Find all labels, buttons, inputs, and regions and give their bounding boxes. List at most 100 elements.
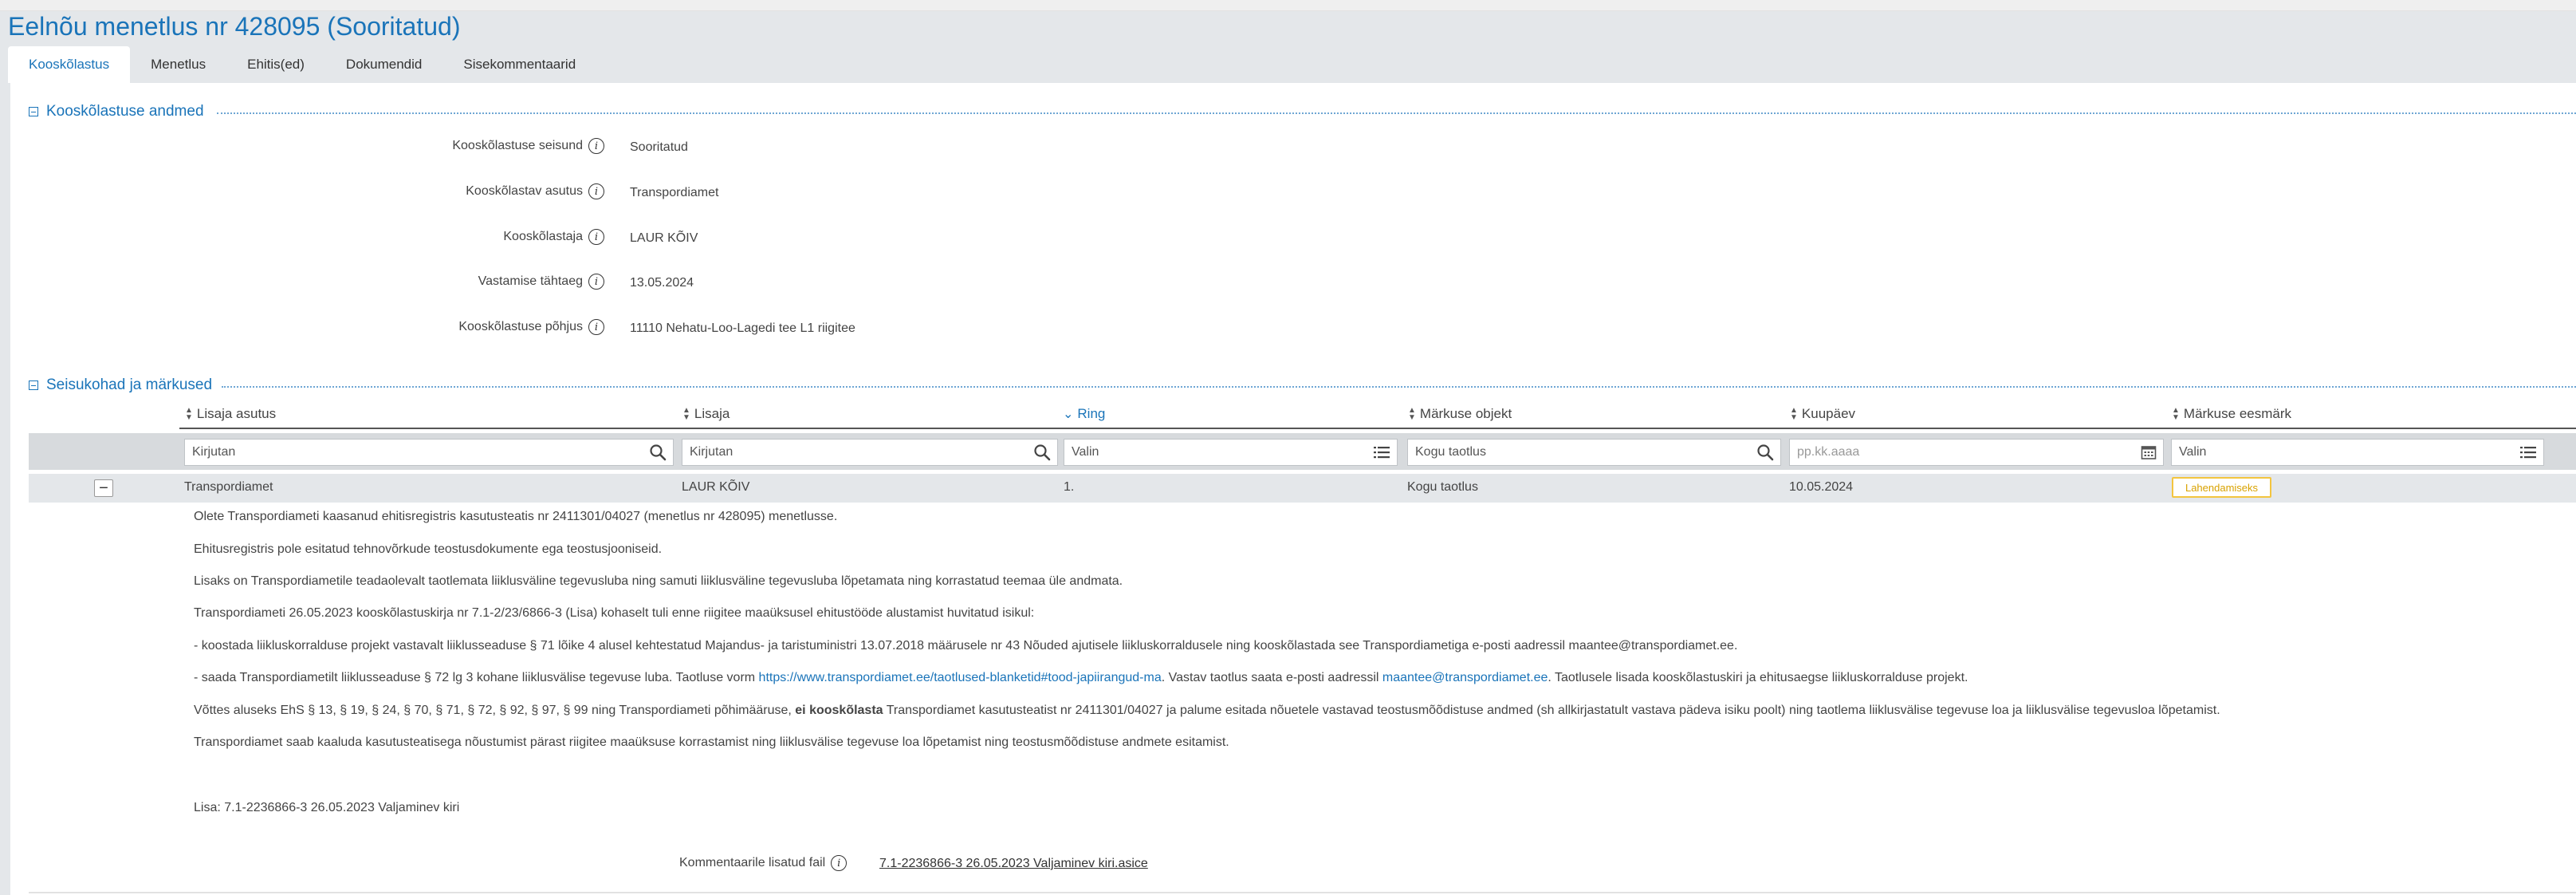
comment-text: Võttes aluseks EhS § 13, § 19, § 24, § 7… <box>194 704 796 717</box>
column-header-lisaja-asutus[interactable]: ▲ ▼ Lisaja asutus <box>185 406 276 422</box>
field-label-text: Vastamise tähtaeg <box>478 274 583 288</box>
section-seisukohad[interactable]: Seisukohad ja märkused <box>29 377 212 394</box>
section-kooskolastuse-andmed[interactable]: Kooskõlastuse andmed <box>29 103 204 120</box>
field-label-text: Kooskõlastav asutus <box>466 184 583 198</box>
field-value-kooskolastaja: LAUR KÕIV <box>630 231 698 245</box>
info-icon[interactable]: i <box>588 183 604 199</box>
sort-icon: ▲ ▼ <box>2172 406 2180 422</box>
comment-text: . Taotlusele lisada kooskõlastuskiri ja … <box>1548 671 1968 684</box>
tab-sisekommentaarid[interactable]: Sisekommentaarid <box>442 46 596 83</box>
filter-text: Kirjutan <box>192 445 236 459</box>
column-header-lisaja[interactable]: ▲ ▼ Lisaja <box>682 406 730 422</box>
info-icon[interactable]: i <box>588 138 604 154</box>
collapse-icon[interactable] <box>29 380 38 390</box>
chevron-down-icon: ⌄ <box>1063 408 1074 421</box>
filter-kuupaev-date-input[interactable]: pp.kk.aaaa <box>1789 439 2164 466</box>
collapse-icon[interactable] <box>29 107 38 116</box>
comment-bold-text: ei kooskõlasta <box>795 704 883 717</box>
collapse-row-button[interactable]: − <box>94 479 113 497</box>
cell-lisaja: LAUR KÕIV <box>682 480 750 494</box>
sort-icon: ▲ ▼ <box>185 406 193 422</box>
section-title-text: Kooskõlastuse andmed <box>46 103 204 120</box>
filter-text: Kogu taotlus <box>1415 445 1486 459</box>
column-header-label: Kuupäev <box>1801 406 1856 421</box>
field-value-asutus: Transpordiamet <box>630 186 719 199</box>
field-label-text: Kooskõlastuse põhjus <box>458 320 583 333</box>
field-label-kooskolastaja: Kooskõlastaja i <box>503 229 604 245</box>
status-badge: Lahendamiseks <box>2172 477 2271 498</box>
comment-paragraph: - koostada liikluskorralduse projekt vas… <box>194 639 1738 653</box>
taotlus-vorm-link[interactable]: https://www.transpordiamet.ee/taotlused-… <box>759 671 1162 684</box>
attachment-label: Kommentaarile lisatud fail i <box>679 855 848 871</box>
comment-paragraph: Transpordiameti 26.05.2023 kooskõlastusk… <box>194 606 1035 620</box>
left-gutter <box>0 83 10 895</box>
comment-paragraph: - saada Transpordiametilt liiklusseaduse… <box>194 671 1968 685</box>
filter-lisaja-input[interactable]: Kirjutan <box>682 439 1058 466</box>
cell-markuse-objekt: Kogu taotlus <box>1407 480 1478 494</box>
column-header-markuse-eesmark[interactable]: ▲ ▼ Märkuse eesmärk <box>2172 406 2291 422</box>
page-title: Eelnõu menetlus nr 428095 (Sooritatud) <box>8 12 461 41</box>
column-header-label: Lisaja <box>694 406 730 421</box>
info-icon[interactable]: i <box>588 274 604 290</box>
field-label-tahtaeg: Vastamise tähtaeg i <box>478 274 604 290</box>
field-value-tahtaeg: 13.05.2024 <box>630 276 694 290</box>
field-label-seisund: Kooskõlastuse seisund i <box>452 138 604 154</box>
attachment-file-link[interactable]: 7.1-2236866-3 26.05.2023 Valjaminev kiri… <box>879 857 1148 871</box>
sort-icon: ▲ ▼ <box>1790 406 1798 422</box>
comment-paragraph: Lisaks on Transpordiametile teadaolevalt… <box>194 574 1123 588</box>
filter-text: Kirjutan <box>690 445 733 459</box>
search-icon[interactable] <box>1756 444 1774 461</box>
section-divider <box>217 112 2576 114</box>
field-value-pohjus: 11110 Nehatu-Loo-Lagedi tee L1 riigitee <box>630 321 855 335</box>
filter-markuse-eesmark-select[interactable]: Valin <box>2171 439 2544 466</box>
column-header-markuse-objekt[interactable]: ▲ ▼ Märkuse objekt <box>1408 406 1512 422</box>
tab-menetlus[interactable]: Menetlus <box>130 46 226 83</box>
comment-paragraph: Olete Transpordiameti kaasanud ehitisreg… <box>194 510 838 523</box>
tab-ehitised[interactable]: Ehitis(ed) <box>226 46 325 83</box>
column-header-label: Lisaja asutus <box>196 406 277 421</box>
cell-lisaja-asutus: Transpordiamet <box>184 480 273 494</box>
info-icon[interactable]: i <box>588 319 604 335</box>
column-header-kuupaev[interactable]: ▲ ▼ Kuupäev <box>1790 406 1855 422</box>
cell-kuupaev: 10.05.2024 <box>1789 480 1854 494</box>
email-link[interactable]: maantee@transpordiamet.ee <box>1382 671 1548 684</box>
bottom-divider <box>29 892 2576 893</box>
filter-markuse-objekt-input[interactable]: Kogu taotlus <box>1407 439 1781 466</box>
comment-text: Transpordiamet kasutusteatist nr 2411301… <box>883 704 2220 717</box>
comment-attachment-note: Lisa: 7.1-2236866-3 26.05.2023 Valjamine… <box>194 801 460 814</box>
column-header-label: Märkuse eesmärk <box>2183 406 2292 421</box>
info-icon[interactable]: i <box>588 229 604 245</box>
comment-text: . Vastav taotlus saata e-posti aadressil <box>1161 671 1382 684</box>
filter-text: Valin <box>1072 445 1099 459</box>
tab-bar: Kooskõlastus Menetlus Ehitis(ed) Dokumen… <box>8 46 596 83</box>
section-divider <box>222 386 2576 388</box>
table-header-underline <box>179 428 2576 429</box>
tab-kooskolastus[interactable]: Kooskõlastus <box>8 46 131 83</box>
calendar-icon[interactable] <box>2141 444 2157 460</box>
comment-paragraph: Ehitusregistris pole esitatud tehnovõrku… <box>194 542 663 556</box>
filter-lisaja-asutus-input[interactable]: Kirjutan <box>184 439 674 466</box>
field-label-asutus: Kooskõlastav asutus i <box>466 183 604 199</box>
filter-ring-select[interactable]: Valin <box>1064 439 1398 466</box>
comment-paragraph: Võttes aluseks EhS § 13, § 19, § 24, § 7… <box>194 704 2220 718</box>
column-header-ring[interactable]: ⌄ Ring <box>1063 406 1105 422</box>
comment-paragraph: Transpordiamet saab kaaluda kasutusteati… <box>194 735 1229 749</box>
filter-placeholder: pp.kk.aaaa <box>1797 445 1860 459</box>
section-title-text: Seisukohad ja märkused <box>46 377 213 393</box>
column-header-label: Ring <box>1077 406 1106 421</box>
search-icon[interactable] <box>1033 444 1051 461</box>
field-label-text: Kooskõlastaja <box>503 230 583 243</box>
search-icon[interactable] <box>649 444 667 461</box>
sort-icon: ▲ ▼ <box>682 406 690 422</box>
list-icon[interactable] <box>1373 445 1390 459</box>
field-value-seisund: Sooritatud <box>630 140 688 154</box>
tab-dokumendid[interactable]: Dokumendid <box>325 46 442 83</box>
comment-text: - saada Transpordiametilt liiklusseaduse… <box>194 671 759 684</box>
sort-icon: ▲ ▼ <box>1408 406 1416 422</box>
list-icon[interactable] <box>2519 445 2537 459</box>
field-label-pohjus: Kooskõlastuse põhjus i <box>458 319 604 335</box>
column-header-label: Märkuse objekt <box>1419 406 1512 421</box>
cell-ring: 1. <box>1064 480 1075 494</box>
field-label-text: Kooskõlastuse seisund <box>452 139 583 152</box>
info-icon[interactable]: i <box>831 855 848 871</box>
